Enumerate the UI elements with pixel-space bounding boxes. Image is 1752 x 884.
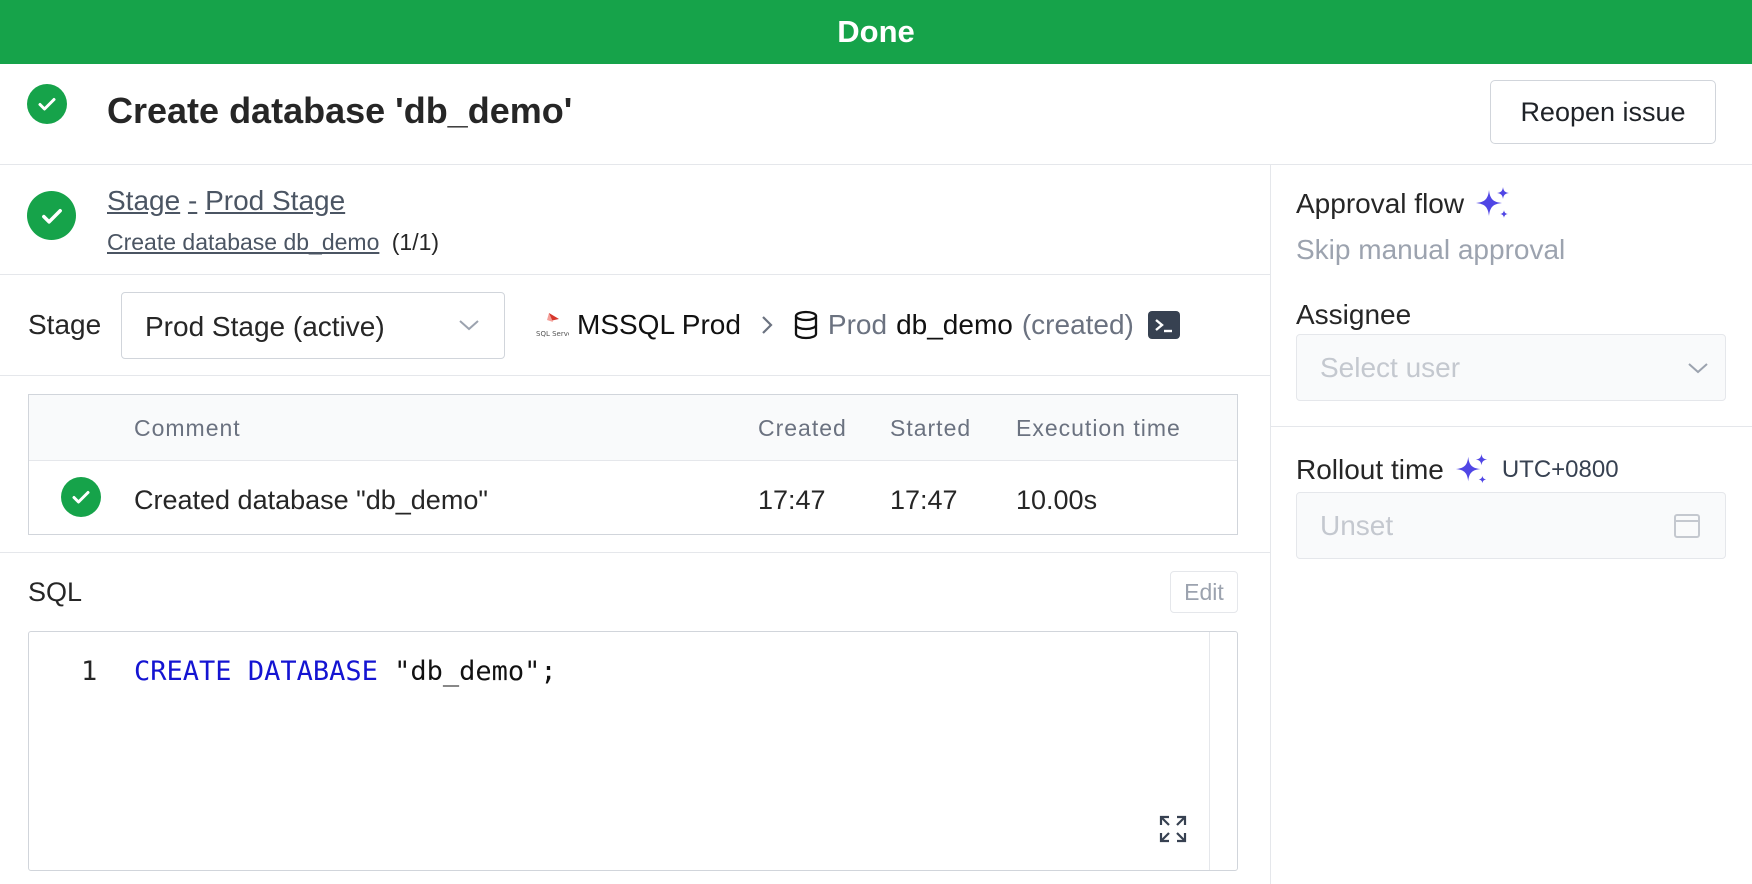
sql-section-label: SQL: [28, 577, 83, 607]
assignee-placeholder: Select user: [1320, 352, 1461, 383]
sparkles-icon: [1476, 187, 1510, 218]
sparkles-icon: [1455, 453, 1488, 484]
run-started: 17:47: [890, 485, 958, 515]
assignee-label: Assignee: [1296, 299, 1412, 330]
database-path: SQL Server MSSQL Prod Prod db_demo (crea…: [535, 308, 1180, 342]
task-line: Create database db_demo (1/1): [107, 229, 439, 256]
task-link[interactable]: Create database db_demo: [107, 229, 379, 255]
status-banner: Done: [0, 0, 1752, 64]
chevron-right-icon: [762, 316, 773, 334]
sql-editor[interactable]: 1 CREATE DATABASE "db_demo";: [28, 631, 1238, 871]
issue-done-check-icon: [27, 84, 67, 124]
chevron-down-icon: [459, 320, 479, 331]
svg-text:SQL Server: SQL Server: [536, 330, 569, 338]
instance-name[interactable]: MSSQL Prod: [577, 309, 741, 341]
approval-flow-heading: Approval flow: [1296, 185, 1512, 223]
edit-sql-button[interactable]: Edit: [1170, 571, 1238, 613]
pipeline-stage: Stage - Prod Stage Create database db_de…: [0, 165, 1270, 275]
mssql-server-icon: SQL Server: [536, 313, 569, 338]
task-runs-table: Comment Created Started Execution time C…: [28, 394, 1238, 535]
header-started: Started: [890, 415, 972, 441]
issue-title[interactable]: Create database 'db_demo': [107, 90, 572, 132]
approval-flow-label: Approval flow: [1296, 188, 1465, 219]
sql-keyword: CREATE: [134, 656, 232, 687]
run-comment: Created database "db_demo": [134, 485, 488, 515]
sidebar-divider: [1271, 426, 1752, 427]
run-execution-time: 10.00s: [1016, 485, 1098, 515]
environment-name: Prod: [827, 309, 888, 340]
sql-editor-terminal-icon[interactable]: [1147, 311, 1180, 339]
rollout-time-placeholder: Unset: [1320, 510, 1394, 541]
sql-keyword: DATABASE: [247, 656, 378, 687]
main-panel: Stage - Prod Stage Create database db_de…: [0, 165, 1270, 884]
rollout-time-picker[interactable]: Unset: [1296, 492, 1726, 559]
run-success-check-icon: [61, 477, 101, 517]
header-comment: Comment: [134, 415, 241, 441]
database-icon: [794, 310, 818, 340]
database-state: (created): [1021, 309, 1134, 340]
section-divider: [0, 552, 1270, 553]
run-created: 17:47: [758, 485, 826, 515]
stage-select-label: Stage: [28, 309, 102, 340]
assignee-heading: Assignee: [1296, 299, 1411, 331]
rollout-time-label: Rollout time: [1296, 454, 1444, 485]
stage-done-check-icon: [27, 191, 76, 240]
chevron-down-icon: [1688, 363, 1708, 374]
calendar-icon: [1674, 514, 1700, 538]
stage-name-link[interactable]: Prod Stage: [205, 185, 345, 216]
reopen-issue-button[interactable]: Reopen issue: [1490, 80, 1716, 144]
database-name[interactable]: db_demo: [896, 309, 1013, 341]
approval-flow-value: Skip manual approval: [1296, 234, 1566, 265]
stage-word-link[interactable]: Stage: [107, 185, 180, 216]
issue-sidebar: Approval flow Skip manual approval Assig…: [1271, 165, 1752, 884]
stage-separator: -: [187, 185, 198, 216]
assignee-select[interactable]: Select user: [1296, 334, 1726, 401]
header-created: Created: [758, 415, 847, 441]
stage-selector-row: Stage Prod Stage (active) SQL Server MSS…: [0, 275, 1270, 376]
stage-select[interactable]: Prod Stage (active): [121, 292, 505, 359]
sql-code-line: CREATE DATABASE "db_demo";: [134, 656, 557, 687]
line-number: 1: [81, 656, 98, 687]
sql-text: "db_demo";: [377, 656, 557, 687]
task-count: (1/1): [391, 229, 440, 255]
rollout-time-heading: Rollout time UTC+0800: [1296, 452, 1619, 488]
issue-header: Create database 'db_demo' Reopen issue: [0, 64, 1752, 165]
table-header: Comment Created Started Execution time: [29, 395, 1237, 461]
timezone-label: UTC+0800: [1501, 456, 1619, 483]
expand-icon[interactable]: [1158, 814, 1188, 844]
status-banner-text: Done: [837, 14, 915, 49]
stage-select-value: Prod Stage (active): [145, 311, 385, 342]
header-execution-time: Execution time: [1016, 415, 1181, 441]
stage-title: Stage - Prod Stage: [107, 185, 345, 217]
editor-scrollbar[interactable]: [1209, 632, 1210, 870]
